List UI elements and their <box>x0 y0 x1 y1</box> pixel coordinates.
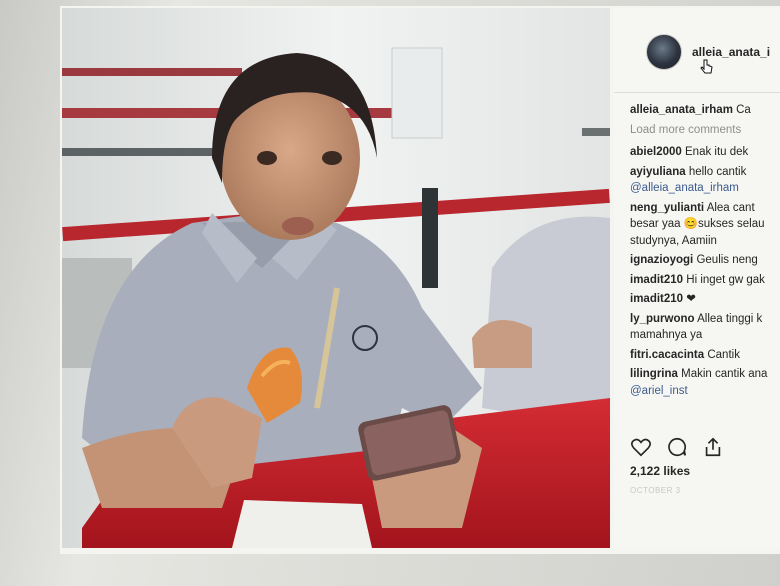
comment-username[interactable]: imadit210 <box>630 293 683 305</box>
list-item: abiel2000 Enak itu dek <box>630 144 780 161</box>
list-item: ly_purwono Allea tinggi k mamahnya ya <box>630 311 780 344</box>
comment-username[interactable]: lilingrina <box>630 368 678 380</box>
list-item: fitri.cacacinta Cantik <box>630 347 780 364</box>
post-photo[interactable] <box>62 8 610 548</box>
heart-icon[interactable] <box>630 436 652 458</box>
comment-text: Hi inget gw gak <box>686 273 765 286</box>
list-item: ayiyuliana hello cantik @alleia_anata_ir… <box>630 164 780 197</box>
comment-list: alleia_anata_irham Ca Load more comments… <box>630 102 780 402</box>
comment-text: Allea tinggi k <box>697 312 763 325</box>
mention-link[interactable]: @ariel_inst <box>630 385 688 397</box>
comment-text: Makin cantik ana <box>681 368 768 380</box>
caption-text: Ca <box>736 104 751 116</box>
comment-text: Cantik <box>707 348 740 361</box>
comment-icon[interactable] <box>666 436 688 458</box>
caption-username[interactable]: alleia_anata_irham <box>630 104 733 116</box>
comment-text-line2: besar yaa 😊sukses selau <box>630 218 765 230</box>
comment-username[interactable]: ayiyuliana <box>630 166 686 178</box>
list-item: imadit210 Hi inget gw gak <box>630 272 780 289</box>
comment-text: ❤ <box>686 293 696 305</box>
comment-username[interactable]: neng_yulianti <box>630 202 704 214</box>
mention-link[interactable]: @alleia_anata_irham <box>630 182 739 194</box>
post-header: alleia_anata_i <box>614 8 780 93</box>
photo-illustration <box>62 8 610 548</box>
comment-username[interactable]: ly_purwono <box>630 313 695 325</box>
comment-text-line2: mamahnya ya <box>630 329 703 341</box>
comment-username[interactable]: imadit210 <box>630 274 683 286</box>
list-item: ignazioyogi Geulis neng <box>630 252 780 269</box>
comment-text-line3: studynya, Aamiin <box>630 234 717 247</box>
share-icon[interactable] <box>702 436 724 458</box>
comment-text: hello cantik <box>688 165 747 178</box>
comment-username[interactable]: abiel2000 <box>630 146 682 158</box>
post-actions <box>630 436 770 460</box>
cursor-icon <box>700 59 713 74</box>
likes-count[interactable]: 2,122 likes <box>630 464 690 478</box>
list-item: imadit210 ❤ <box>630 291 780 308</box>
comment-username[interactable]: fitri.cacacinta <box>630 349 704 361</box>
post-date: OCTOBER 3 <box>630 486 681 495</box>
avatar[interactable] <box>646 34 682 70</box>
header-username[interactable]: alleia_anata_i <box>692 45 770 59</box>
comment-username[interactable]: ignazioyogi <box>630 254 693 266</box>
comment-text: Geulis neng <box>696 254 758 266</box>
comment-text: Alea cant <box>706 201 755 214</box>
list-item: neng_yulianti Alea cant besar yaa 😊sukse… <box>630 200 780 250</box>
caption: alleia_anata_irham Ca <box>630 102 780 119</box>
comments-panel: alleia_anata_i alleia_anata_irham Ca Loa… <box>614 8 780 548</box>
load-more-comments-link[interactable]: Load more comments <box>630 122 780 139</box>
list-item: lilingrina Makin cantik ana @ariel_inst <box>630 366 780 399</box>
comment-text: Enak itu dek <box>685 146 749 158</box>
